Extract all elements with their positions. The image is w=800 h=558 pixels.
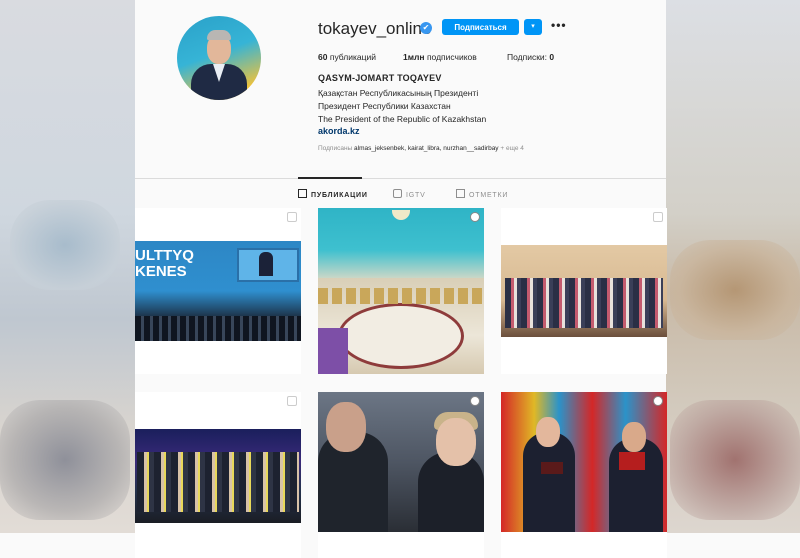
post-tile[interactable]: ULTTYQ KENES: [135, 208, 301, 374]
followed-by-names: almas_jeksenbek, kairat_libra, nurzhan__…: [354, 145, 499, 152]
post-image-face: [326, 402, 366, 452]
post-image-group: [137, 452, 299, 512]
tab-posts-label: ПУБЛИКАЦИИ: [311, 192, 368, 199]
video-icon: [653, 396, 663, 406]
following-stat[interactable]: Подписки: 0: [507, 52, 554, 62]
post-image-face: [536, 417, 560, 447]
tab-posts[interactable]: ПУБЛИКАЦИИ: [298, 189, 368, 199]
post-tile[interactable]: [501, 208, 667, 374]
following-count: 0: [549, 52, 555, 62]
tag-icon: [456, 189, 465, 198]
tabs-divider: [135, 178, 666, 179]
multi-post-icon: [287, 212, 297, 222]
posts-count: 60: [318, 52, 328, 62]
post-image-chairs: [318, 288, 484, 304]
post-image-detail: [318, 328, 348, 374]
bio-line: Қазақстан Республикасының Президенті: [318, 88, 479, 98]
suggestions-dropdown-button[interactable]: ▾: [524, 19, 542, 35]
more-options-icon[interactable]: •••: [551, 18, 567, 32]
post-tile[interactable]: [318, 392, 484, 558]
post-image-face: [436, 418, 476, 466]
full-name: QASYM-JOMART TOQAYEV: [318, 73, 442, 83]
followed-by[interactable]: Подписаны almas_jeksenbek, kairat_libra,…: [318, 145, 524, 152]
tab-tagged-label: ОТМЕТКИ: [469, 192, 509, 199]
video-icon: [470, 396, 480, 406]
followed-by-prefix: Подписаны: [318, 145, 353, 152]
followers-count: 1млн: [403, 52, 425, 62]
followed-by-more: + еще 4: [500, 145, 524, 152]
multi-post-icon: [287, 396, 297, 406]
profile-page: tokayev_online ✔ Подписаться ▾ ••• 60 пу…: [135, 0, 667, 558]
blur-shape: [0, 400, 130, 520]
post-image-crowd: [135, 316, 301, 341]
blur-shape: [670, 240, 800, 340]
followers-label: подписчиков: [426, 52, 477, 62]
avatar-hair: [207, 30, 231, 40]
post-image-person: [259, 252, 273, 276]
post-tile[interactable]: [501, 392, 667, 558]
tab-igtv[interactable]: IGTV: [393, 189, 426, 199]
following-label: Подписки:: [507, 52, 548, 62]
tab-igtv-label: IGTV: [406, 192, 426, 199]
website-link[interactable]: akorda.kz: [318, 126, 360, 136]
active-tab-indicator: [298, 177, 362, 179]
blur-shape: [670, 400, 800, 520]
bio-line: The President of the Republic of Kazakhs…: [318, 114, 487, 124]
posts-label: публикаций: [329, 52, 376, 62]
bio-line: Президент Республики Казахстан: [318, 101, 451, 111]
post-tile[interactable]: [318, 208, 484, 374]
post-tile[interactable]: [135, 392, 301, 558]
igtv-icon: [393, 189, 402, 198]
post-image-folder: [541, 462, 563, 474]
post-image-person: [523, 432, 575, 532]
posts-stat: 60 публикаций: [318, 52, 376, 62]
multi-post-icon: [653, 212, 663, 222]
background-blur-left: [0, 0, 135, 533]
followers-stat[interactable]: 1млн подписчиков: [403, 52, 477, 62]
post-image-face: [622, 422, 646, 452]
blur-shape: [10, 200, 120, 290]
post-image-folder: [619, 452, 645, 470]
tab-tagged[interactable]: ОТМЕТКИ: [456, 189, 508, 199]
background-blur-right: [666, 0, 800, 533]
username: tokayev_online: [318, 19, 432, 38]
follow-button[interactable]: Подписаться: [442, 19, 519, 35]
avatar[interactable]: [177, 16, 261, 100]
video-icon: [470, 212, 480, 222]
grid-icon: [298, 189, 307, 198]
verified-badge-icon: ✔: [420, 22, 432, 34]
post-image-rug: [338, 303, 464, 369]
post-image-group: [505, 278, 663, 328]
post-image-text: ULTTYQ KENES: [135, 247, 194, 280]
